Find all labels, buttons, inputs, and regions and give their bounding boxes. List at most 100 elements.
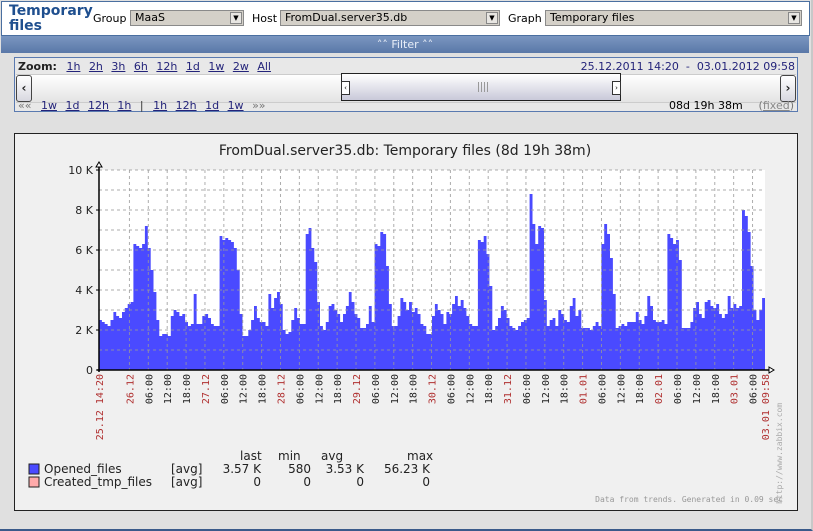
fwd-link-1d[interactable]: 1d bbox=[205, 99, 219, 112]
y-axis-arrow bbox=[95, 161, 103, 168]
fwd-link-12h[interactable]: 12h bbox=[176, 99, 197, 112]
graph-panel: FromDual.server35.db: Temporary files (8… bbox=[14, 133, 798, 511]
x-tick-label: 06:00 bbox=[144, 374, 155, 404]
legend-func: [avg] bbox=[171, 475, 202, 489]
zoom-link-2w[interactable]: 2w bbox=[233, 60, 249, 73]
x-tick-label: 30.12 bbox=[428, 374, 439, 404]
chevron-left-icon: ‹ bbox=[344, 84, 347, 92]
graph-select[interactable]: Temporary files ▼ bbox=[545, 10, 802, 26]
grip-icon bbox=[478, 82, 488, 92]
chevron-left-icon: ‹ bbox=[21, 81, 27, 95]
zoom-link-3h[interactable]: 3h bbox=[111, 60, 125, 73]
x-tick-label: 02.01 bbox=[654, 374, 665, 404]
x-tick-label: 06:00 bbox=[749, 374, 760, 404]
zoom-link-12h[interactable]: 12h bbox=[156, 60, 177, 73]
thumb-right-handle[interactable]: › bbox=[612, 81, 621, 95]
filter-label: Filter bbox=[391, 38, 419, 51]
x-tick-label: 18:00 bbox=[484, 374, 495, 404]
x-tick-label: 03.01 bbox=[730, 374, 741, 404]
zabbix-watermark: http://www.zabbix.com bbox=[775, 402, 784, 504]
zoom-row: Zoom: 1h 2h 3h 6h 12h 1d 1w 2w All bbox=[18, 60, 276, 73]
back-link-1h[interactable]: 1h bbox=[117, 99, 131, 112]
legend-header: max bbox=[407, 449, 433, 463]
scrollbar-thumb[interactable]: ‹ › bbox=[341, 73, 621, 101]
x-tick-label: 12:00 bbox=[616, 374, 627, 404]
fwd-link-1w[interactable]: 1w bbox=[228, 99, 244, 112]
zoom-link-6h[interactable]: 6h bbox=[134, 60, 148, 73]
x-tick-label: 18:00 bbox=[635, 374, 646, 404]
page-frame: Temporary files Group MaaS ▼ Host FromDu… bbox=[0, 0, 813, 531]
x-tick-label: 18:00 bbox=[258, 374, 269, 404]
y-tick-label: 10 K bbox=[68, 164, 93, 177]
x-tick-label: 18:00 bbox=[182, 374, 193, 404]
x-tick-label: 25.12 14:20 bbox=[95, 374, 106, 440]
filter-toggle[interactable]: ˄˄ Filter ˄˄ bbox=[1, 36, 809, 53]
x-tick-label: 31.12 bbox=[503, 374, 514, 404]
x-tick-label: 06:00 bbox=[295, 374, 306, 404]
legend-header: last bbox=[240, 449, 262, 463]
nav-back-icon[interactable]: «« bbox=[18, 99, 31, 112]
double-chevron-up-icon: ˄˄ bbox=[422, 38, 434, 51]
graph-label: Graph bbox=[508, 12, 542, 25]
y-tick-label: 6 K bbox=[75, 244, 93, 257]
legend-header: avg bbox=[321, 449, 343, 463]
x-tick-label: 12:00 bbox=[390, 374, 401, 404]
nav-separator: | bbox=[139, 99, 144, 112]
host-label: Host bbox=[252, 12, 278, 25]
legend-value: 580 bbox=[288, 462, 311, 476]
nav-forward-icon[interactable]: »» bbox=[252, 99, 265, 112]
zoom-link-1w[interactable]: 1w bbox=[208, 60, 224, 73]
shift-row: «« 1w 1d 12h 1h | 1h 12h 1d 1w »» bbox=[18, 99, 272, 112]
back-link-1d[interactable]: 1d bbox=[65, 99, 79, 112]
x-tick-label: 18:00 bbox=[333, 374, 344, 404]
fwd-link-1h[interactable]: 1h bbox=[153, 99, 167, 112]
fixed-link[interactable]: fixed bbox=[763, 99, 790, 112]
header-bar: Temporary files Group MaaS ▼ Host FromDu… bbox=[1, 1, 810, 36]
zoom-link-1h[interactable]: 1h bbox=[66, 60, 80, 73]
x-tick-label: 12:00 bbox=[239, 374, 250, 404]
legend-value: 0 bbox=[303, 475, 311, 489]
x-tick-label: 06:00 bbox=[371, 374, 382, 404]
period-from: 25.12.2011 14:20 bbox=[580, 60, 679, 73]
graph-select-value: Temporary files bbox=[550, 11, 635, 24]
x-tick-label: 18:00 bbox=[409, 374, 420, 404]
x-tick-label: 26.12 bbox=[125, 374, 136, 404]
legend-swatch bbox=[28, 476, 40, 488]
x-tick-label: 06:00 bbox=[673, 374, 684, 404]
x-tick-label: 29.12 bbox=[352, 374, 363, 404]
back-link-12h[interactable]: 12h bbox=[88, 99, 109, 112]
page-title: Temporary files bbox=[9, 3, 93, 34]
period-range: 25.12.2011 14:20 - 03.01.2012 09:58 bbox=[581, 60, 795, 73]
x-tick-label: 03.01 09:58 bbox=[761, 374, 772, 440]
dropdown-arrow-icon: ▼ bbox=[788, 12, 800, 24]
group-select[interactable]: MaaS ▼ bbox=[130, 10, 244, 26]
scroll-right-button[interactable]: › bbox=[780, 75, 796, 102]
legend-value: 0 bbox=[422, 475, 430, 489]
dropdown-arrow-icon: ▼ bbox=[230, 12, 242, 24]
back-link-1w[interactable]: 1w bbox=[41, 99, 57, 112]
fixed-toggle[interactable]: (fixed) bbox=[759, 99, 794, 112]
thumb-left-handle[interactable]: ‹ bbox=[341, 81, 350, 95]
host-select-value: FromDual.server35.db bbox=[285, 11, 408, 24]
zoom-link-all[interactable]: All bbox=[257, 60, 271, 73]
zoom-link-2h[interactable]: 2h bbox=[89, 60, 103, 73]
period-separator: - bbox=[685, 60, 690, 73]
legend-swatch bbox=[28, 463, 40, 475]
legend-func: [avg] bbox=[171, 462, 202, 476]
period-to: 03.01.2012 09:58 bbox=[696, 60, 795, 73]
time-navigator: Zoom: 1h 2h 3h 6h 12h 1d 1w 2w All 25.12… bbox=[14, 57, 798, 112]
x-tick-label: 12:00 bbox=[163, 374, 174, 404]
legend-value: 0 bbox=[356, 475, 364, 489]
generation-info: Data from trends. Generated in 0.09 sec bbox=[595, 495, 783, 504]
chart-svg: 25.12 14:20 26.12 06:00 12:00 18:00 27.12 06:0… bbox=[28, 161, 775, 489]
scroll-left-button[interactable]: ‹ bbox=[16, 75, 32, 102]
legend-header: min bbox=[278, 449, 301, 463]
x-tick-label: 06:00 bbox=[522, 374, 533, 404]
x-tick-label: 18:00 bbox=[711, 374, 722, 404]
x-tick-label: 12:00 bbox=[465, 374, 476, 404]
zoom-link-1d[interactable]: 1d bbox=[186, 60, 200, 73]
host-select[interactable]: FromDual.server35.db ▼ bbox=[280, 10, 500, 26]
legend-value: 3.57 K bbox=[223, 462, 263, 476]
double-chevron-up-icon: ˄˄ bbox=[376, 38, 388, 51]
chevron-right-icon: › bbox=[785, 81, 791, 95]
